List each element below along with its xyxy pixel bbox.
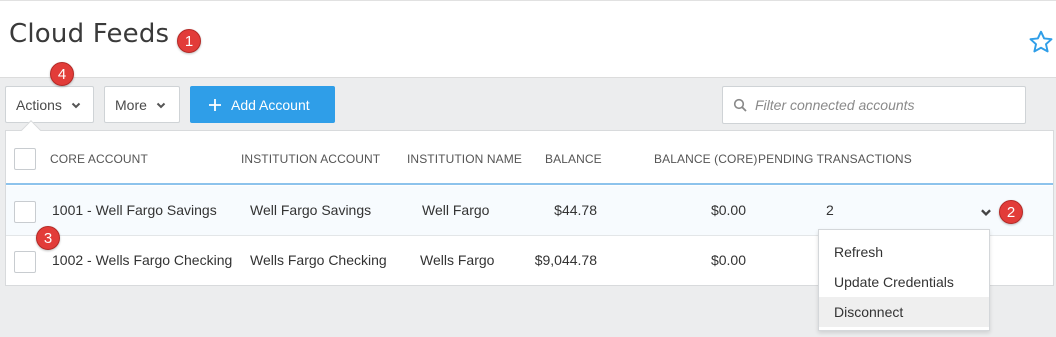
column-header-pending-transactions[interactable]: PENDING TRANSACTIONS: [758, 152, 912, 166]
annotation-badge: 1: [177, 29, 201, 53]
page-header: Cloud Feeds: [0, 0, 1056, 78]
institution-name-cell: Wells Fargo: [420, 252, 495, 268]
star-icon[interactable]: [1028, 29, 1054, 55]
core-account-cell: 1001 - Well Fargo Savings: [52, 202, 217, 218]
chevron-down-icon: [71, 102, 81, 108]
column-header-balance-core[interactable]: BALANCE (CORE): [654, 152, 757, 166]
filter-field[interactable]: [722, 86, 1026, 124]
annotation-badge: 4: [50, 62, 74, 86]
table-header: CORE ACCOUNT INSTITUTION ACCOUNT INSTITU…: [6, 131, 1053, 185]
column-header-core-account[interactable]: CORE ACCOUNT: [50, 152, 148, 166]
row-checkbox[interactable]: [14, 251, 36, 273]
actions-button[interactable]: Actions: [5, 86, 94, 123]
column-header-institution-account[interactable]: INSTITUTION ACCOUNT: [241, 152, 380, 166]
filter-input[interactable]: [755, 97, 1015, 113]
page-title: Cloud Feeds: [9, 19, 170, 49]
plus-icon: [209, 98, 221, 111]
column-header-balance[interactable]: BALANCE: [545, 152, 602, 166]
select-all-checkbox[interactable]: [14, 148, 36, 170]
chevron-down-icon[interactable]: [979, 205, 993, 219]
column-header-institution-name[interactable]: INSTITUTION NAME: [407, 152, 522, 166]
core-account-cell: 1002 - Wells Fargo Checking: [52, 252, 233, 268]
add-account-button[interactable]: Add Account: [190, 86, 335, 123]
annotation-badge: 3: [36, 226, 60, 250]
add-account-label: Add Account: [231, 96, 310, 113]
institution-account-cell: Wells Fargo Checking: [250, 252, 387, 268]
menu-item-update-credentials[interactable]: Update Credentials: [819, 267, 989, 297]
balance-cell: $9,044.78: [534, 252, 597, 268]
menu-item-disconnect[interactable]: Disconnect: [819, 297, 989, 327]
search-icon: [733, 98, 747, 112]
more-button[interactable]: More: [104, 86, 180, 123]
annotation-badge: 2: [999, 200, 1023, 224]
institution-account-cell: Well Fargo Savings: [250, 202, 372, 218]
chevron-down-icon: [156, 102, 166, 108]
balance-core-cell: $0.00: [710, 202, 746, 218]
balance-core-cell: $0.00: [710, 252, 746, 268]
row-checkbox[interactable]: [14, 201, 36, 223]
more-button-label: More: [115, 96, 147, 113]
pending-transactions-cell: 2: [826, 202, 834, 218]
actions-button-label: Actions: [16, 96, 62, 113]
menu-item-refresh[interactable]: Refresh: [819, 237, 989, 267]
balance-cell: $44.78: [554, 202, 597, 218]
row-actions-menu: Refresh Update Credentials Disconnect: [818, 229, 990, 331]
institution-name-cell: Well Fargo: [422, 202, 490, 218]
